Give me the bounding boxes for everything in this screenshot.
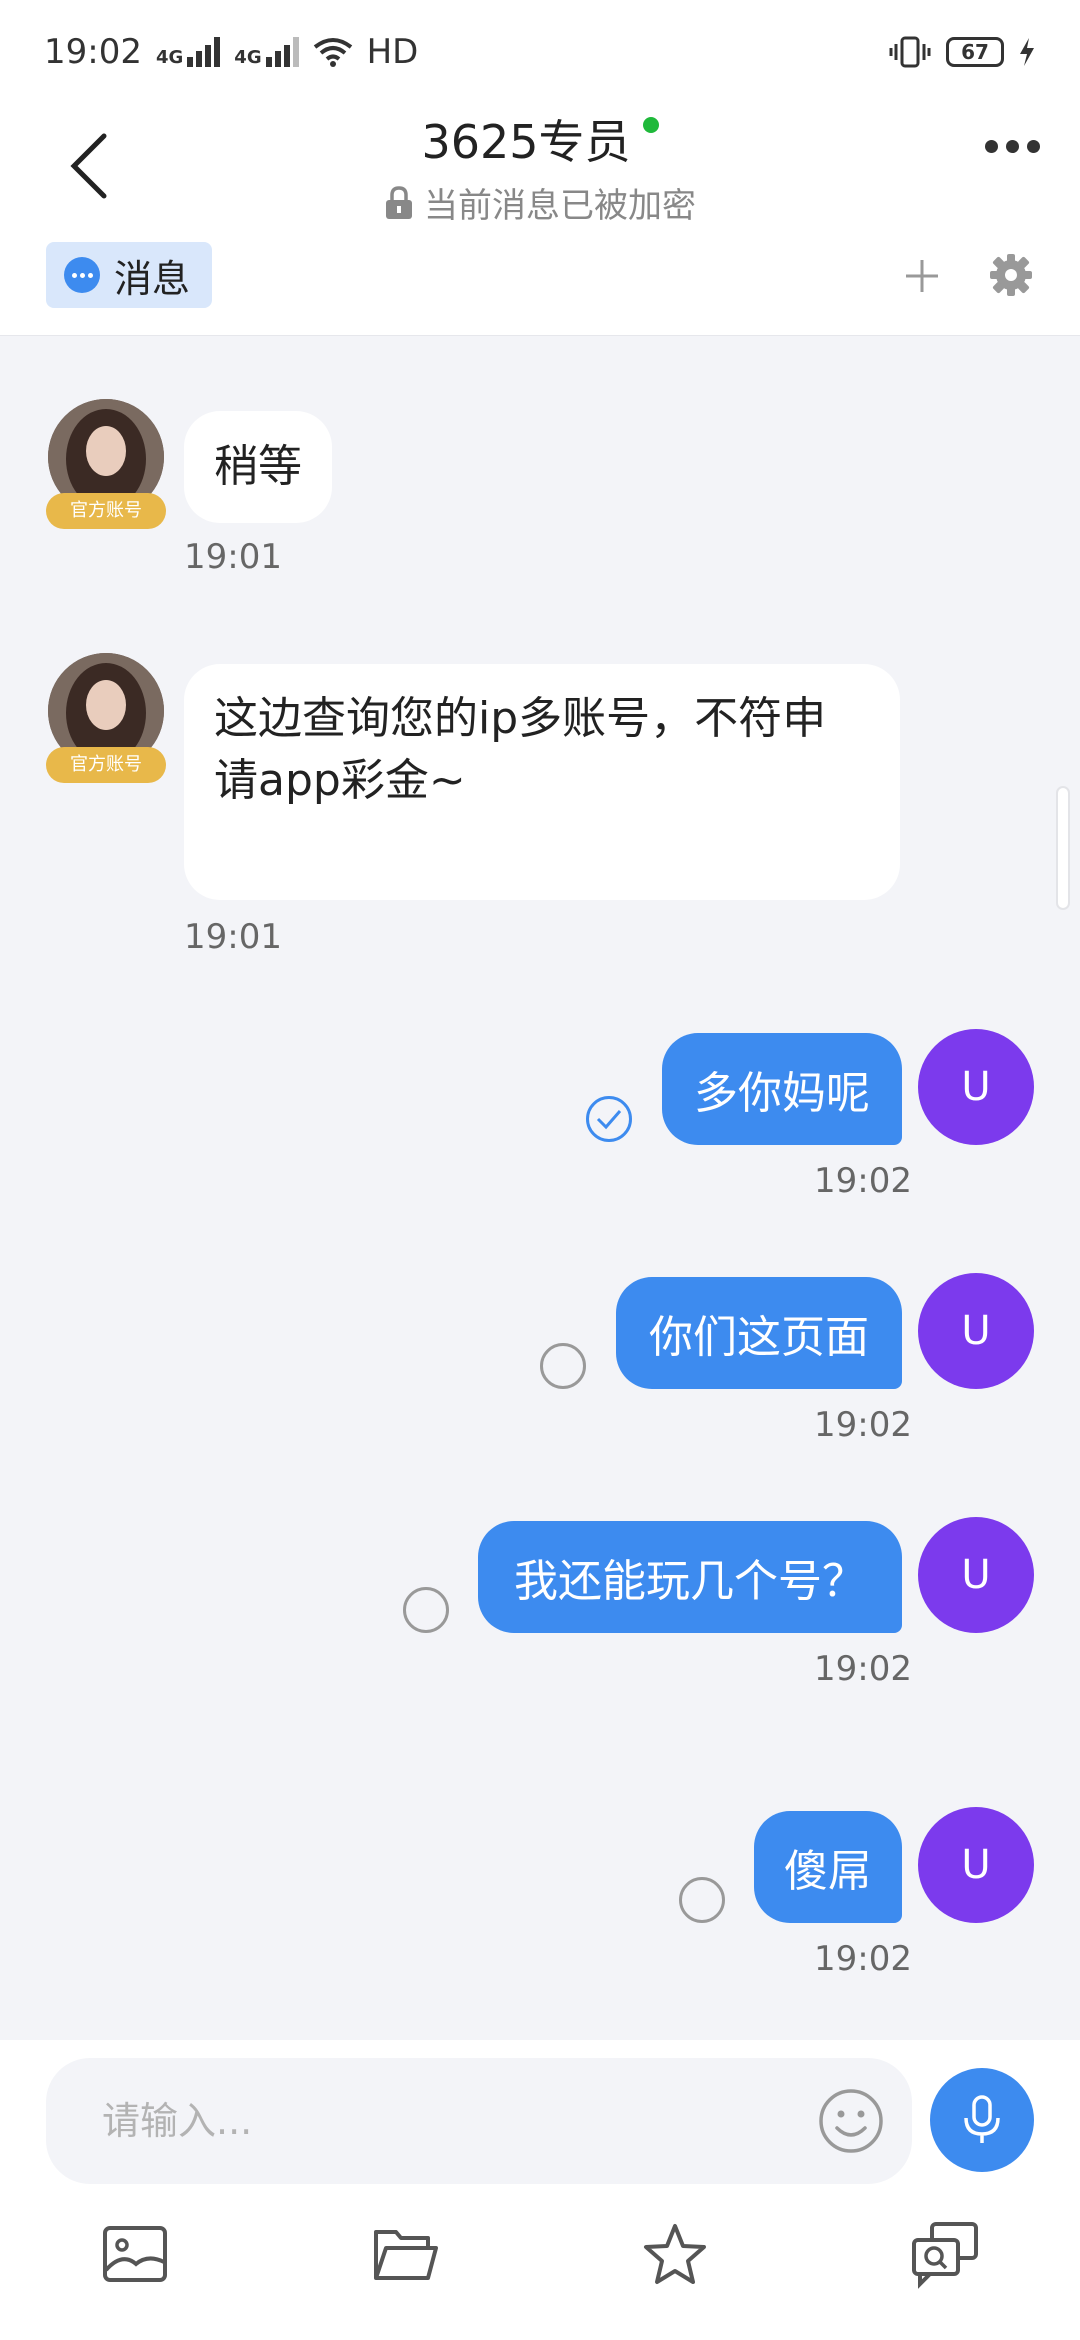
message-input-box [46,2058,912,2184]
message-bubble[interactable]: 稍等 [184,411,332,523]
official-account-badge: 官方账号 [46,747,166,783]
voice-input-button[interactable] [930,2068,1034,2172]
sent-status-icon [540,1343,586,1389]
more-options-button[interactable] [985,140,1040,153]
network-type-2: 4G [234,47,262,68]
gear-icon [990,254,1032,296]
message-bubble[interactable]: 这边查询您的ip多账号，不符申 请app彩金~ [184,664,900,900]
message-time: 19:01 [184,917,282,957]
message-time: 19:02 [814,1649,912,1689]
message-input[interactable] [102,2080,802,2162]
encryption-notice: 当前消息已被加密 [0,178,1080,227]
tab-row: 消息 [0,230,1080,336]
message-time: 19:02 [814,1405,912,1445]
message-time: 19:02 [814,1939,912,1979]
more-icon [985,140,1040,153]
status-bar: 19:02 4G 4G HD 67 [0,0,1080,104]
message-bubble[interactable]: 你们这页面 [616,1277,902,1389]
tab-messages[interactable]: 消息 [46,242,213,308]
charging-icon [1020,38,1034,66]
plus-icon [906,260,938,292]
user-avatar[interactable]: U [918,1273,1034,1389]
battery-icon: 67 [946,37,1004,67]
attachment-toolbar [0,2220,1080,2310]
message-text-line-2: 请app彩金~ [214,755,466,806]
vibrate-icon [889,36,931,68]
title-wrap: 3625专员 当前消息已被加密 [0,106,1080,227]
status-right: 67 [888,36,1036,68]
add-tab-button[interactable] [900,254,944,298]
network-type-1: 4G [155,47,184,68]
search-chat-icon [912,2222,978,2289]
message-bubble[interactable]: 傻屌 [754,1811,902,1923]
emoji-button[interactable] [816,2086,886,2156]
search-chat-button[interactable] [910,2220,980,2290]
image-button[interactable] [100,2220,170,2290]
scrollbar-thumb[interactable] [1056,786,1070,910]
hd-indicator: HD [366,32,419,72]
tab-messages-label: 消息 [114,256,191,301]
chat-screen: 19:02 4G 4G HD 67 3625专员 当前消息已被加密 消息 官方账… [0,0,1080,2340]
signal-icon-2: 4G [234,37,299,68]
folder-icon [374,2230,438,2280]
lock-icon [386,185,412,219]
chat-bubble-icon [64,257,100,293]
contact-name: 3625专员 [421,115,631,169]
status-left: 19:02 4G 4G HD [44,32,418,72]
wifi-icon [313,38,352,67]
status-time: 19:02 [44,32,142,72]
emoji-icon [819,2089,883,2153]
message-text-line-1: 这边查询您的ip多账号，不符申 [214,693,827,744]
sent-status-icon [679,1877,725,1923]
star-icon [644,2224,706,2284]
image-icon [103,2226,167,2282]
message-time: 19:02 [814,1161,912,1201]
file-button[interactable] [370,2220,440,2290]
message-bubble[interactable]: 我还能玩几个号？ [478,1521,902,1633]
read-receipt-icon [586,1096,632,1142]
user-avatar[interactable]: U [918,1517,1034,1633]
user-avatar[interactable]: U [918,1807,1034,1923]
signal-icon-1: 4G [155,37,221,68]
microphone-icon [964,2095,1000,2143]
chat-header: 3625专员 当前消息已被加密 [0,104,1080,230]
favorite-button[interactable] [640,2220,710,2290]
message-list[interactable]: 官方账号 稍等 19:01 官方账号 这边查询您的ip多账号，不符申 请app彩… [0,337,1080,2037]
input-area [0,2040,1080,2340]
official-account-badge: 官方账号 [46,493,166,529]
user-avatar[interactable]: U [918,1029,1034,1145]
settings-button[interactable] [988,252,1034,298]
chat-title: 3625专员 [421,106,659,172]
sent-status-icon [403,1587,449,1633]
message-bubble[interactable]: 多你妈呢 [662,1033,902,1145]
message-time: 19:01 [184,537,282,577]
online-status-dot [642,117,659,133]
encryption-text: 当前消息已被加密 [424,186,696,226]
